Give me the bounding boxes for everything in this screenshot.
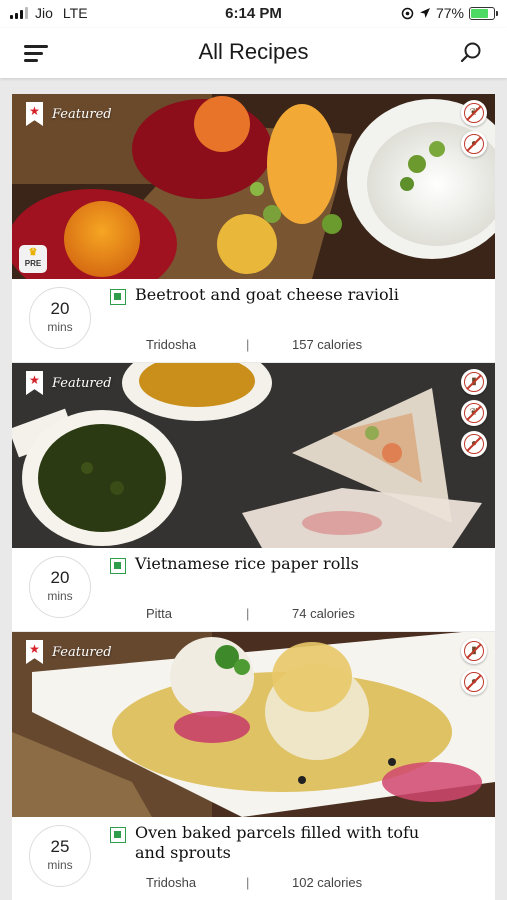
- cook-time-value: 20: [50, 299, 70, 318]
- recipe-card[interactable]: ★ Featured ▮ ❦ ● 20 mins Vietnamese rice…: [12, 363, 495, 631]
- featured-label: Featured: [52, 106, 112, 122]
- no-gluten-icon: ❦: [461, 400, 487, 426]
- cook-time: 25 mins: [29, 825, 91, 887]
- cook-time-value: 25: [50, 837, 70, 856]
- calories-label: 157 calories: [292, 337, 363, 352]
- no-nut-icon: ●: [461, 669, 487, 695]
- featured-label: Featured: [52, 375, 112, 391]
- recipe-info: 20 mins Vietnamese rice paper rolls Pitt…: [12, 548, 495, 631]
- meta-divider: |: [246, 606, 250, 621]
- cook-time-unit: mins: [47, 320, 73, 334]
- screen-lock-icon: [401, 7, 414, 19]
- no-dairy-icon: ▮: [461, 638, 487, 664]
- recipe-info: 25 mins Oven baked parcels filled with t…: [12, 817, 495, 900]
- featured-tag: ★ Featured: [26, 102, 112, 126]
- no-nut-icon: ●: [461, 131, 487, 157]
- status-bar: Jio LTE 6:14 PM 77%: [0, 0, 507, 28]
- no-nut-icon: ●: [461, 431, 487, 457]
- recipe-title[interactable]: Vietnamese rice paper rolls: [135, 554, 435, 574]
- featured-bookmark-icon: ★: [26, 371, 43, 395]
- dosha-label: Tridosha: [146, 337, 197, 352]
- cook-time-unit: mins: [47, 589, 73, 603]
- battery-percent: 77%: [435, 5, 464, 21]
- featured-bookmark-icon: ★: [26, 102, 43, 126]
- cook-time: 20 mins: [29, 287, 91, 349]
- cook-time-value: 20: [50, 568, 70, 587]
- diet-icons: ❦ ●: [461, 100, 487, 157]
- veg-icon: [110, 289, 126, 305]
- cook-time-unit: mins: [47, 858, 73, 872]
- featured-label: Featured: [52, 644, 112, 660]
- recipe-title[interactable]: Oven baked parcels filled with tofu and …: [135, 823, 435, 863]
- crown-icon: ♛: [28, 247, 38, 258]
- app-header: All Recipes: [0, 28, 507, 78]
- veg-icon: [110, 558, 126, 574]
- calories-label: 74 calories: [292, 606, 355, 621]
- recipe-card[interactable]: ★ Featured ▮ ● 25 mins Oven baked parcel…: [12, 632, 495, 900]
- search-icon[interactable]: [459, 41, 483, 65]
- featured-tag: ★ Featured: [26, 640, 112, 664]
- recipe-info: 20 mins Beetroot and goat cheese ravioli…: [12, 279, 495, 362]
- recipe-image[interactable]: ★ Featured ❦ ● ♛ PRE: [12, 94, 495, 279]
- premium-badge: ♛ PRE: [19, 245, 47, 273]
- page-title: All Recipes: [198, 39, 309, 64]
- recipe-image[interactable]: ★ Featured ▮ ❦ ●: [12, 363, 495, 548]
- diet-icons: ▮ ●: [461, 638, 487, 695]
- no-dairy-icon: ▮: [461, 369, 487, 395]
- recipe-title[interactable]: Beetroot and goat cheese ravioli: [135, 285, 435, 305]
- meta-divider: |: [246, 875, 250, 890]
- cook-time: 20 mins: [29, 556, 91, 618]
- diet-icons: ▮ ❦ ●: [461, 369, 487, 457]
- featured-tag: ★ Featured: [26, 371, 112, 395]
- featured-bookmark-icon: ★: [26, 640, 43, 664]
- veg-icon: [110, 827, 126, 843]
- recipe-image[interactable]: ★ Featured ▮ ●: [12, 632, 495, 817]
- dosha-label: Tridosha: [146, 875, 197, 890]
- calories-label: 102 calories: [292, 875, 363, 890]
- battery-icon: [469, 6, 498, 20]
- dosha-label: Pitta: [146, 606, 173, 621]
- no-gluten-icon: ❦: [461, 100, 487, 126]
- meta-divider: |: [246, 337, 250, 352]
- hamburger-menu-icon[interactable]: [24, 42, 52, 64]
- location-arrow-icon: [419, 8, 430, 18]
- recipe-card[interactable]: ★ Featured ❦ ● ♛ PRE 20 mins Beetroot an…: [12, 94, 495, 362]
